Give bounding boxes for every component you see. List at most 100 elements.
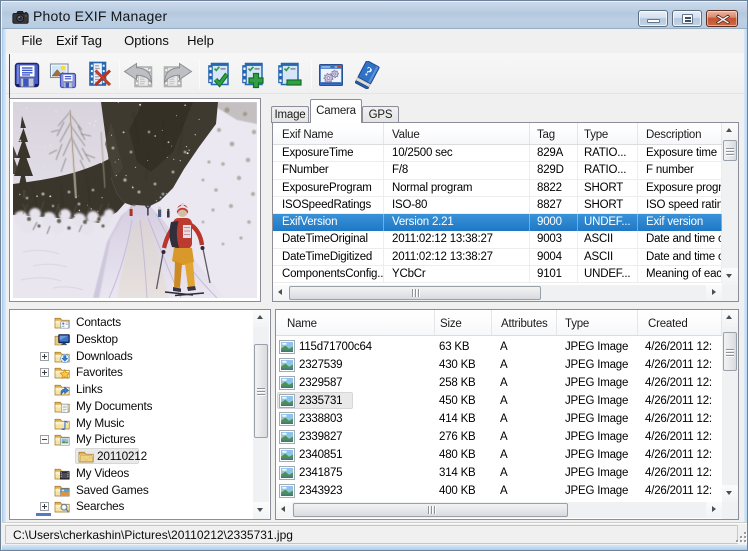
expand-icon[interactable] xyxy=(40,502,49,511)
exif-table-row[interactable]: ISOSpeedRatingsISO-808827SHORTISO speed … xyxy=(273,197,722,214)
expand-icon[interactable] xyxy=(40,352,49,361)
previous-image-button[interactable] xyxy=(123,61,157,89)
file-row-2340851[interactable]: 2340851480 KBAJPEG Image4/26/2011 12: xyxy=(276,446,722,464)
exif-vertical-scrollbar[interactable] xyxy=(722,123,738,285)
file-row-2329587[interactable]: 2329587258 KBAJPEG Image4/26/2011 12: xyxy=(276,374,722,392)
exif-table-row[interactable]: ComponentsConfig...YCbCr9101UNDEF...Mean… xyxy=(273,266,722,283)
exif-column-header[interactable]: Exif Name xyxy=(273,123,384,144)
file-column-header[interactable]: Type xyxy=(557,310,638,335)
scroll-right-button[interactable] xyxy=(706,285,722,301)
scroll-left-button[interactable] xyxy=(273,285,289,301)
exif-table-row[interactable]: DateTimeOriginal2011:02:12 13:38:279003A… xyxy=(273,231,722,248)
exif-horizontal-scrollbar[interactable] xyxy=(273,285,722,301)
tree-item-favorites[interactable]: Favorites xyxy=(10,364,270,381)
exif-column-header[interactable]: Value xyxy=(384,123,530,144)
scroll-left-button[interactable] xyxy=(276,502,292,518)
maximize-button[interactable] xyxy=(672,10,702,27)
scroll-down-button[interactable] xyxy=(253,502,269,519)
tree-item-label[interactable]: Saved Games xyxy=(76,483,149,497)
exif-remove-button[interactable] xyxy=(275,61,303,89)
exif-table-row[interactable]: FNumberF/8829DRATIO...F number xyxy=(273,162,722,179)
tree-item-label[interactable]: Downloads xyxy=(76,349,133,363)
options-button[interactable] xyxy=(317,61,345,89)
exif-table-row[interactable]: ExposureTime10/2500 sec829ARATIO...Expos… xyxy=(273,145,722,162)
tree-item-downloads[interactable]: Downloads xyxy=(10,348,270,365)
tab-camera[interactable]: Camera xyxy=(310,99,362,123)
exif-column-header[interactable]: Description xyxy=(638,123,722,144)
tree-item-label[interactable]: My Pictures xyxy=(76,432,135,446)
tree-item-my-videos[interactable]: My Videos xyxy=(10,465,270,482)
scroll-thumb[interactable] xyxy=(723,140,737,161)
tree-item-label[interactable]: Contacts xyxy=(76,315,121,329)
save-button[interactable] xyxy=(13,61,41,89)
tree-item-label[interactable]: Favorites xyxy=(76,365,123,379)
tree-item-label[interactable]: My Videos xyxy=(76,466,129,480)
tree-item-links[interactable]: Links xyxy=(10,381,270,398)
exif-apply-button[interactable] xyxy=(205,61,233,89)
tree-item-label[interactable]: Desktop xyxy=(76,332,118,346)
file-column-header[interactable]: Created xyxy=(638,310,722,335)
collapse-icon[interactable] xyxy=(40,435,49,444)
tree-item-label[interactable]: 20110212 xyxy=(97,449,147,463)
exif-remove-icon xyxy=(275,61,303,89)
tree-item-contacts[interactable]: Contacts xyxy=(10,314,270,331)
close-button[interactable] xyxy=(706,10,738,27)
exif-column-header[interactable]: Tag xyxy=(530,123,578,144)
help-button[interactable]: ? xyxy=(355,61,383,89)
exif-table-row[interactable]: ExifVersionVersion 2.219000UNDEF...Exif … xyxy=(273,214,722,231)
file-row-115d71700c64[interactable]: 115d71700c6463 KBAJPEG Image4/26/2011 12… xyxy=(276,338,722,356)
tab-image[interactable]: Image xyxy=(271,106,309,123)
menu-file[interactable]: File xyxy=(10,29,54,53)
tree-item-label[interactable]: Searches xyxy=(76,499,124,513)
file-row-2339827[interactable]: 2339827276 KBAJPEG Image4/26/2011 12: xyxy=(276,428,722,446)
tab-gps[interactable]: GPS xyxy=(362,106,399,123)
file-column-header[interactable]: Name xyxy=(276,310,435,335)
tree-item-label[interactable]: My Documents xyxy=(76,399,152,413)
menu-options[interactable]: Options xyxy=(115,29,178,53)
file-vertical-scrollbar[interactable] xyxy=(722,310,738,502)
expand-icon[interactable] xyxy=(40,368,49,377)
scroll-thumb[interactable] xyxy=(723,332,737,371)
file-row-2327539[interactable]: 2327539430 KBAJPEG Image4/26/2011 12: xyxy=(276,356,722,374)
save-image-button[interactable] xyxy=(49,61,77,89)
file-row-2341875[interactable]: 2341875314 KBAJPEG Image4/26/2011 12: xyxy=(276,464,722,482)
scroll-down-button[interactable] xyxy=(722,268,738,285)
tree-vertical-scrollbar[interactable] xyxy=(253,310,269,519)
exif-cell-type: ASCII xyxy=(578,231,638,247)
file-row-2335731[interactable]: 2335731450 KBAJPEG Image4/26/2011 12: xyxy=(276,392,722,410)
file-row-2338803[interactable]: 2338803414 KBAJPEG Image4/26/2011 12: xyxy=(276,410,722,428)
scroll-down-button[interactable] xyxy=(722,485,738,502)
tree-item-my-music[interactable]: My Music xyxy=(10,415,270,432)
file-horizontal-scrollbar[interactable] xyxy=(276,502,722,518)
tree-item-label[interactable]: Links xyxy=(76,382,103,396)
scroll-up-button[interactable] xyxy=(722,123,738,140)
resize-grip[interactable] xyxy=(733,529,746,542)
tree-item-20110212[interactable]: 20110212 xyxy=(10,448,270,465)
tree-item-my-pictures[interactable]: My Pictures xyxy=(10,431,270,448)
minimize-button[interactable] xyxy=(638,10,668,27)
scroll-thumb[interactable] xyxy=(293,503,568,517)
file-list-panel: NameSizeAttributesTypeCreated 115d71700c6… xyxy=(275,309,739,520)
menu-exif-tag[interactable]: Exif Tag xyxy=(51,29,107,53)
file-column-header[interactable]: Attributes xyxy=(492,310,557,335)
file-row-2343923[interactable]: 2343923400 KBAJPEG Image4/26/2011 12: xyxy=(276,482,722,500)
delete-exif-button[interactable] xyxy=(85,61,113,89)
tree-item-saved-games[interactable]: Saved Games xyxy=(10,482,270,499)
scroll-thumb[interactable] xyxy=(289,286,541,300)
scroll-up-button[interactable] xyxy=(722,310,738,327)
next-image-button[interactable] xyxy=(159,61,193,89)
scroll-right-button[interactable] xyxy=(706,502,722,518)
thumb-grip xyxy=(426,506,435,514)
file-column-header[interactable]: Size xyxy=(435,310,492,335)
scroll-up-button[interactable] xyxy=(253,310,269,327)
exif-column-header[interactable]: Type xyxy=(578,123,638,144)
title-bar[interactable]: Photo EXIF Manager xyxy=(2,2,747,29)
exif-table-row[interactable]: DateTimeDigitized2011:02:12 13:38:279004… xyxy=(273,249,722,266)
scroll-thumb[interactable] xyxy=(254,344,268,438)
exif-table-row[interactable]: ExposureProgramNormal program8822SHORTEx… xyxy=(273,180,722,197)
tree-item-desktop[interactable]: Desktop xyxy=(10,331,270,348)
menu-help[interactable]: Help xyxy=(177,29,224,53)
tree-item-my-documents[interactable]: My Documents xyxy=(10,398,270,415)
exif-add-button[interactable] xyxy=(239,61,267,89)
tree-item-label[interactable]: My Music xyxy=(76,416,124,430)
